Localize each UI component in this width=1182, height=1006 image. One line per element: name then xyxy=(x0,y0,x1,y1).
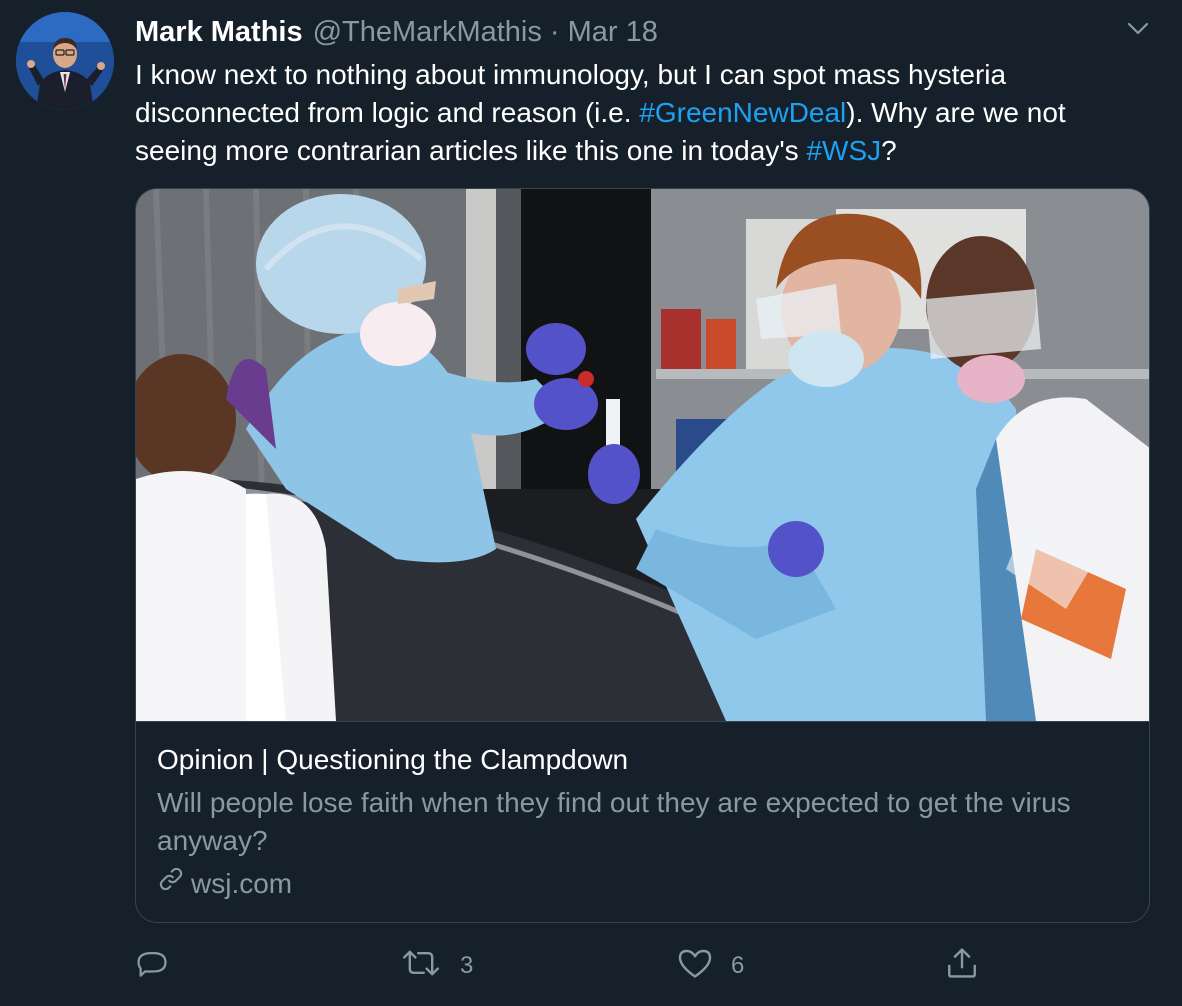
tweet-text-line: seeing more contrarian articles like thi… xyxy=(135,132,1145,170)
tweet-text-segment: disconnected from logic and reason (i.e. xyxy=(135,97,640,128)
author-handle[interactable]: @TheMarkMathis xyxy=(313,14,542,50)
tweet-text-segment: ? xyxy=(881,135,897,166)
tweet-text-segment: ). Why are we not xyxy=(846,97,1066,128)
retweet-button[interactable]: 3 xyxy=(400,944,473,988)
link-icon xyxy=(157,865,191,903)
reply-button[interactable] xyxy=(135,944,187,988)
like-count: 6 xyxy=(731,952,745,979)
tweet[interactable]: Mark Mathis @TheMarkMathis · Mar 18 I kn… xyxy=(0,0,1182,1006)
tweet-text-line: I know next to nothing about immunology,… xyxy=(135,56,1145,94)
tweet-text: I know next to nothing about immunology,… xyxy=(135,56,1145,170)
card-domain-text: wsj.com xyxy=(191,868,293,899)
tweet-text-segment: I know next to nothing about immunology,… xyxy=(135,59,1007,90)
tweet-text-line: disconnected from logic and reason (i.e.… xyxy=(135,94,1145,132)
share-button[interactable] xyxy=(945,944,979,988)
tweet-date[interactable]: Mar 18 xyxy=(568,14,658,50)
card-title[interactable]: Opinion | Questioning the Clampdown xyxy=(157,742,628,778)
card-domain: wsj.com xyxy=(157,865,292,903)
share-icon xyxy=(945,946,979,987)
hashtag-link[interactable]: #GreenNewDeal xyxy=(639,97,846,128)
hashtag-link[interactable]: #WSJ xyxy=(806,135,881,166)
card-image[interactable] xyxy=(136,189,1149,722)
retweet-icon xyxy=(400,946,442,987)
chevron-down-icon[interactable] xyxy=(1122,14,1154,44)
tweet-text-segment: seeing more contrarian articles like thi… xyxy=(135,135,807,166)
reply-icon xyxy=(135,946,169,987)
author-name[interactable]: Mark Mathis xyxy=(135,14,303,50)
link-card[interactable]: Opinion | Questioning the Clampdown Will… xyxy=(135,188,1150,923)
like-button[interactable]: 6 xyxy=(677,944,744,988)
separator-dot: · xyxy=(549,16,560,48)
retweet-count: 3 xyxy=(460,952,474,979)
tweet-header: Mark Mathis @TheMarkMathis · Mar 18 xyxy=(135,14,658,50)
action-bar: 3 6 xyxy=(135,944,1135,988)
card-description: Will people lose faith when they find ou… xyxy=(157,787,1071,856)
heart-icon xyxy=(677,946,713,987)
avatar[interactable] xyxy=(16,12,114,110)
